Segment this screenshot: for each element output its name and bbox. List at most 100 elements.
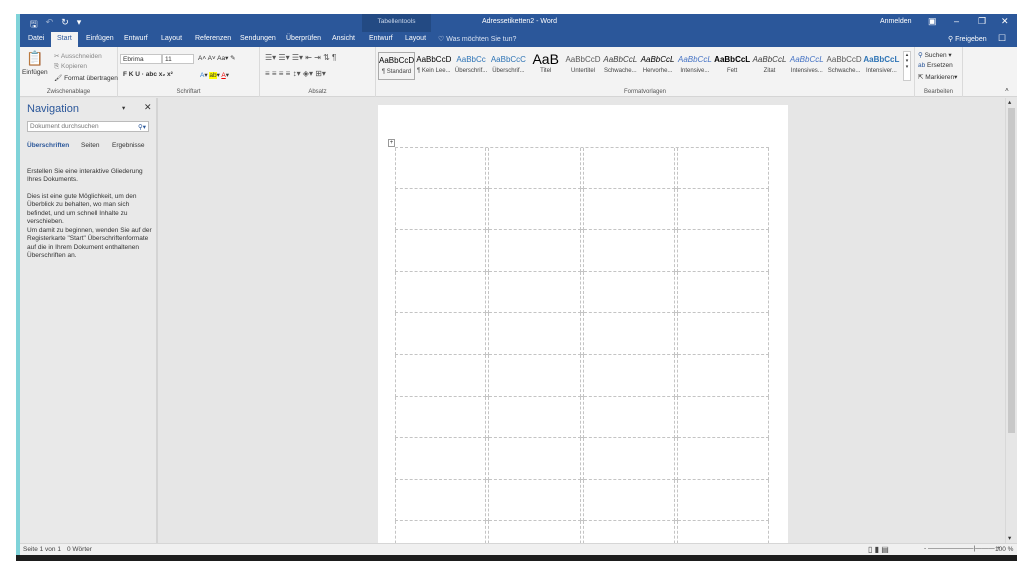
page-count[interactable]: Seite 1 von 1 <box>23 546 61 553</box>
word-count[interactable]: 0 Wörter <box>67 546 92 553</box>
font-grow-shrink-case[interactable]: A˄ A˅ Aa▾ ✎ <box>198 54 236 62</box>
scroll-thumb[interactable] <box>1008 108 1015 433</box>
zoom-level[interactable]: 100 % <box>995 546 1013 553</box>
label-cell[interactable] <box>584 438 675 480</box>
vertical-scrollbar[interactable]: ▴ ▾ <box>1005 98 1017 543</box>
ribbon-options-icon[interactable]: ▣ <box>928 16 937 27</box>
style-item[interactable]: AaBbCcL Fett <box>714 52 751 80</box>
label-cell[interactable] <box>395 188 486 231</box>
label-cell[interactable] <box>489 396 581 439</box>
label-cell[interactable] <box>395 354 486 397</box>
replace-button[interactable]: ab Ersetzen <box>918 62 953 69</box>
label-cell[interactable] <box>678 230 769 272</box>
label-cell[interactable] <box>678 313 769 355</box>
label-cell[interactable] <box>395 479 486 522</box>
format-painter-button[interactable]: 🖌 Format übertragen <box>54 74 118 82</box>
nav-tab-pages[interactable]: Seiten <box>81 142 99 149</box>
alignment-buttons[interactable]: ≡ ≡ ≡ ≡ ↕▾ ◈▾ ⊞▾ <box>265 69 326 78</box>
label-cell[interactable] <box>678 354 769 397</box>
customize-icon[interactable]: ▾ <box>77 17 82 33</box>
label-cell[interactable] <box>678 438 769 480</box>
tab-sendungen[interactable]: Sendungen <box>240 35 276 42</box>
paste-button[interactable]: Einfügen <box>22 69 48 76</box>
label-cell[interactable] <box>584 396 675 439</box>
close-icon[interactable]: ✕ <box>1001 16 1009 27</box>
list-buttons[interactable]: ☰▾ ☰▾ ☰▾ ⇤ ⇥ ⇅ ¶ <box>265 53 336 62</box>
label-cell[interactable] <box>584 271 675 314</box>
nav-tab-results[interactable]: Ergebnisse <box>112 142 145 149</box>
scroll-down-icon[interactable]: ▾ <box>1008 534 1011 542</box>
tab-ueberpruefen[interactable]: Überprüfen <box>286 35 321 42</box>
label-cell[interactable] <box>489 188 581 231</box>
label-cell[interactable] <box>489 230 581 272</box>
style-item[interactable]: AaBbCcC Überschrif... <box>490 52 527 80</box>
find-button[interactable]: ⚲ Suchen ▾ <box>918 51 952 59</box>
style-item[interactable]: AaB Titel <box>527 52 564 80</box>
label-cell[interactable] <box>584 188 675 231</box>
font-size-select[interactable]: 11 <box>162 54 194 64</box>
signin-link[interactable]: Anmelden <box>880 18 912 25</box>
style-item[interactable]: AaBbCcD ¶ Standard <box>378 52 415 80</box>
copy-button[interactable]: ⎘ Kopieren <box>54 63 87 71</box>
table-move-handle[interactable]: + <box>388 139 395 147</box>
tab-referenzen[interactable]: Referenzen <box>195 35 231 42</box>
tab-table-entwurf[interactable]: Entwurf <box>369 35 393 42</box>
font-format-buttons[interactable]: F K U · abc x₂ x² <box>123 71 173 78</box>
label-cell[interactable] <box>678 271 769 314</box>
label-cell[interactable] <box>678 396 769 439</box>
label-cell[interactable] <box>489 271 581 314</box>
font-color-buttons[interactable]: A▾ ab▾ A▾ <box>200 71 229 79</box>
view-buttons[interactable]: ▯ ▮ ▤ <box>868 545 889 554</box>
collapse-ribbon-icon[interactable]: ˄ <box>1005 87 1009 94</box>
comments-icon[interactable]: ☐ <box>998 33 1006 44</box>
save-icon[interactable]: 🖫 <box>30 17 38 33</box>
style-item[interactable]: AaBbCcD ¶ Kein Lee... <box>415 52 452 80</box>
tab-entwurf[interactable]: Entwurf <box>124 35 148 42</box>
label-cell[interactable] <box>584 230 675 272</box>
label-cell[interactable] <box>489 354 581 397</box>
share-button[interactable]: ⚲ Freigeben <box>948 35 987 43</box>
label-cell[interactable] <box>395 438 486 480</box>
redo-icon[interactable]: ↻ <box>61 17 69 33</box>
style-item[interactable]: AaBbCcL Zitat <box>751 52 788 80</box>
tab-layout[interactable]: Layout <box>161 35 182 42</box>
zoom-slider[interactable]: - ———————|——— + <box>924 545 1000 552</box>
label-table[interactable] <box>395 147 769 556</box>
nav-search-input[interactable]: Dokument durchsuchen ⚲▾ <box>27 121 149 132</box>
style-item[interactable]: AaBbCcL Intensives... <box>788 52 825 80</box>
minimize-icon[interactable]: – <box>954 16 959 26</box>
label-cell[interactable] <box>489 438 581 480</box>
font-name-select[interactable]: Ebrima <box>120 54 162 64</box>
tab-start[interactable]: Start <box>51 32 78 47</box>
scroll-up-icon[interactable]: ▴ <box>1008 98 1011 106</box>
document-page[interactable]: + <box>378 105 788 556</box>
label-cell[interactable] <box>584 479 675 522</box>
style-item[interactable]: AaBbCcL Intensive... <box>676 52 713 80</box>
label-cell[interactable] <box>584 313 675 355</box>
nav-tab-headings[interactable]: Überschriften <box>27 142 69 149</box>
label-cell[interactable] <box>395 313 486 355</box>
label-cell[interactable] <box>395 230 486 272</box>
style-item[interactable]: AaBbCcD Schwache... <box>826 52 863 80</box>
label-cell[interactable] <box>395 396 486 439</box>
label-cell[interactable] <box>678 479 769 522</box>
tab-datei[interactable]: Datei <box>28 35 44 42</box>
label-cell[interactable] <box>489 479 581 522</box>
cut-button[interactable]: ✂ Ausschneiden <box>54 52 102 60</box>
undo-icon[interactable]: ↶ <box>46 17 54 33</box>
tab-ansicht[interactable]: Ansicht <box>332 35 355 42</box>
label-cell[interactable] <box>395 148 486 189</box>
nav-options-icon[interactable]: ▾ <box>122 104 125 112</box>
tab-einfuegen[interactable]: Einfügen <box>86 35 114 42</box>
style-item[interactable]: AaBbCc Überschrif... <box>453 52 490 80</box>
style-item[interactable]: AaBbCcL Intensiver... <box>863 52 900 80</box>
nav-close-icon[interactable]: ✕ <box>144 102 152 113</box>
search-icon[interactable]: ⚲▾ <box>138 123 146 131</box>
restore-icon[interactable]: ❐ <box>978 16 986 27</box>
label-cell[interactable] <box>489 313 581 355</box>
label-cell[interactable] <box>678 148 769 189</box>
label-cell[interactable] <box>395 271 486 314</box>
tell-me-search[interactable]: ♡ Was möchten Sie tun? <box>438 35 516 43</box>
style-item[interactable]: AaBbCcL Schwache... <box>602 52 639 80</box>
tab-table-layout[interactable]: Layout <box>405 35 426 42</box>
